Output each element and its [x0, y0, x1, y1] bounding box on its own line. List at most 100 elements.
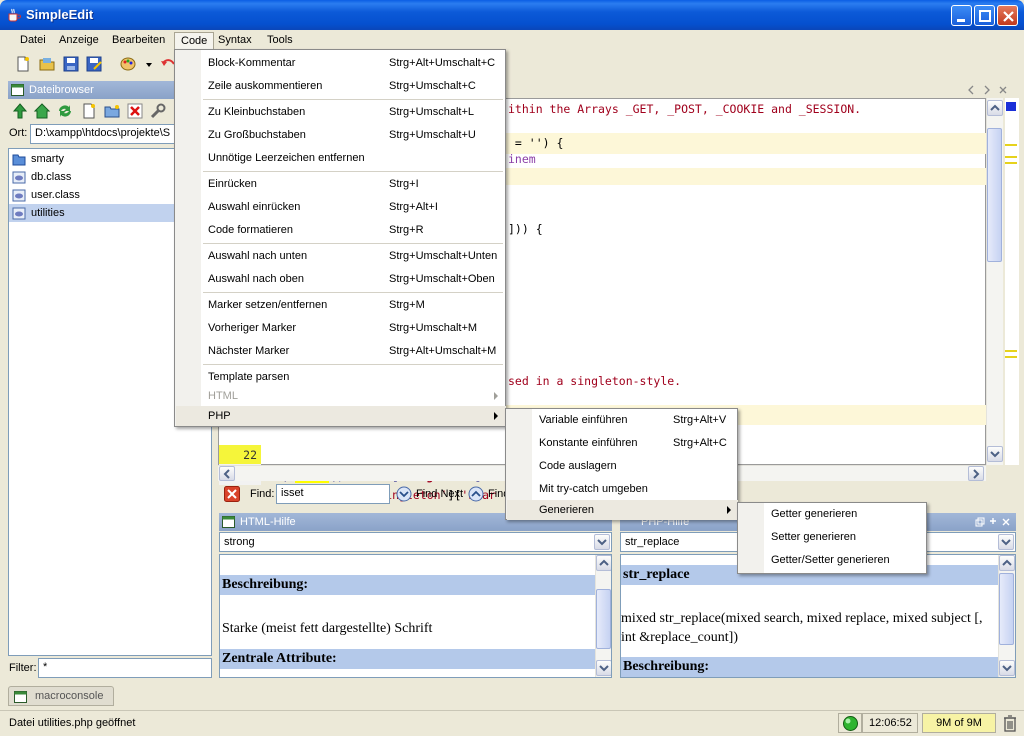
menu-item-indent-selection[interactable]: Auswahl einrücken Strg+Alt+I [176, 196, 506, 218]
menu-item-generate-getter-setter[interactable]: Getter/Setter generieren [739, 549, 927, 571]
menu-item-extract-code[interactable]: Code auslagern [507, 455, 738, 477]
php-file-icon [12, 189, 26, 202]
maximize-button[interactable] [974, 5, 995, 26]
php-help-scrollbar[interactable] [998, 555, 1015, 677]
menu-item-block-comment[interactable]: Block-Kommentar Strg+Alt+Umschalt+C [176, 52, 506, 74]
maximize-icon [979, 10, 991, 22]
palette-dropdown-icon[interactable] [145, 62, 153, 68]
close-button[interactable] [997, 5, 1018, 26]
scroll-up-button[interactable] [999, 555, 1015, 571]
tab-left-icon[interactable] [966, 84, 976, 96]
palette-icon[interactable] [119, 55, 137, 73]
scroll-thumb[interactable] [987, 128, 1002, 262]
menu-item-toggle-marker[interactable]: Marker setzen/entfernen Strg+M [176, 294, 506, 316]
help-section-heading: Beschreibung: [220, 575, 596, 595]
new-file-icon[interactable] [14, 55, 32, 73]
scroll-thumb[interactable] [596, 589, 611, 649]
find-input[interactable]: isset [276, 484, 390, 504]
menu-item-introduce-constant[interactable]: Konstante einführen Strg+Alt+C [507, 432, 738, 454]
chevron-down-icon [990, 451, 1000, 458]
scroll-left-button[interactable] [219, 466, 235, 481]
menu-item-previous-marker[interactable]: Vorheriger Marker Strg+Umschalt+M [176, 317, 506, 339]
scroll-up-button[interactable] [987, 100, 1003, 116]
tab-right-icon[interactable] [982, 84, 992, 96]
editor-vscrollbar[interactable] [986, 98, 1003, 465]
menu-separator [203, 292, 503, 293]
scroll-down-button[interactable] [999, 660, 1015, 676]
marker [1005, 356, 1017, 358]
php-submenu: Variable einführen Strg+Alt+V Konstante e… [505, 408, 738, 520]
marker [1005, 162, 1017, 164]
menu-item-generate-getter[interactable]: Getter generieren [739, 503, 927, 525]
menu-item-move-up[interactable]: Auswahl nach oben Strg+Umschalt+Oben [176, 268, 506, 290]
panel-window-icon [11, 84, 24, 96]
menu-item-move-down[interactable]: Auswahl nach unten Strg+Umschalt+Unten [176, 245, 506, 267]
new-folder-icon[interactable] [103, 102, 121, 120]
pin-icon[interactable] [988, 517, 998, 527]
close-find-icon[interactable] [224, 486, 240, 502]
menu-item-lowercase[interactable]: Zu Kleinbuchstaben Strg+Umschalt+L [176, 101, 506, 123]
menu-anzeige[interactable]: Anzeige [53, 32, 105, 49]
html-help-scrollbar[interactable] [595, 555, 611, 677]
scroll-up-button[interactable] [596, 555, 611, 571]
up-arrow-icon[interactable] [11, 102, 29, 120]
menu-item-indent[interactable]: Einrücken Strg+I [176, 173, 506, 195]
scroll-down-button[interactable] [596, 660, 611, 676]
panel-window-icon [222, 516, 235, 528]
php-file-icon [12, 207, 26, 220]
save-icon[interactable] [62, 55, 80, 73]
marker-current [1006, 102, 1016, 111]
menu-separator [203, 99, 503, 100]
menu-item-generate[interactable]: Generieren [507, 500, 738, 520]
menu-item-uppercase[interactable]: Zu Großbuchstaben Strg+Umschalt+U [176, 124, 506, 146]
file-name: utilities [31, 207, 65, 219]
scroll-down-button[interactable] [987, 446, 1003, 462]
save-as-icon[interactable] [85, 55, 103, 73]
file-name: user.class [31, 189, 80, 201]
trash-icon[interactable] [1003, 714, 1017, 732]
menu-item-generate-setter[interactable]: Setter generieren [739, 526, 927, 548]
tab-close-icon[interactable] [998, 84, 1008, 96]
scroll-right-button[interactable] [968, 466, 984, 481]
close-pane-icon[interactable] [1001, 517, 1011, 527]
menu-datei[interactable]: Datei [14, 32, 52, 49]
html-help-dropdown-button[interactable] [594, 534, 610, 550]
chevron-up-icon [990, 104, 1000, 111]
menu-item-parse-template[interactable]: Template parsen [176, 366, 506, 388]
menu-bearbeiten[interactable]: Bearbeiten [106, 32, 171, 49]
tab-label: macroconsole [35, 690, 104, 702]
status-time: 12:06:52 [862, 713, 918, 733]
filter-input[interactable]: * [38, 658, 212, 678]
marker-ruler[interactable] [1005, 98, 1019, 465]
scroll-thumb[interactable] [999, 573, 1014, 645]
menu-item-next-marker[interactable]: Nächster Marker Strg+Alt+Umschalt+M [176, 340, 506, 362]
menu-item-php[interactable]: PHP [176, 406, 506, 426]
menu-tools[interactable]: Tools [261, 32, 299, 49]
memory-indicator[interactable]: 9M of 9M [922, 713, 996, 733]
chevron-down-icon [1001, 539, 1011, 546]
chevron-left-icon [223, 469, 230, 479]
html-help-title: HTML-Hilfe [240, 516, 296, 528]
home-icon[interactable] [33, 102, 51, 120]
menu-syntax[interactable]: Syntax [212, 32, 258, 49]
php-help-dropdown-button[interactable] [998, 534, 1014, 550]
menu-item-format-code[interactable]: Code formatieren Strg+R [176, 219, 506, 241]
status-message: Datei utilities.php geöffnet [9, 717, 136, 729]
menu-item-introduce-variable[interactable]: Variable einführen Strg+Alt+V [507, 409, 738, 431]
help-signature: mixed str_replace(mixed search, mixed re… [621, 611, 983, 645]
menu-code[interactable]: Code [174, 32, 215, 49]
menu-item-trim-whitespace[interactable]: Unnötige Leerzeichen entfernen [176, 147, 506, 169]
wrench-icon[interactable] [149, 102, 167, 120]
html-help-select[interactable]: strong [219, 532, 612, 552]
minimize-button[interactable] [951, 5, 972, 26]
open-folder-icon[interactable] [38, 55, 56, 73]
tab-macroconsole[interactable]: macroconsole [8, 686, 114, 706]
refresh-icon[interactable] [56, 102, 74, 120]
menu-item-line-comment[interactable]: Zeile auskommentieren Strg+Umschalt+C [176, 75, 506, 97]
float-icon[interactable] [975, 517, 985, 527]
title-bar[interactable]: SimpleEdit [0, 0, 1024, 30]
new-file-small-icon[interactable] [80, 102, 98, 120]
delete-icon[interactable] [126, 102, 144, 120]
menu-item-surround-try-catch[interactable]: Mit try-catch umgeben [507, 478, 738, 500]
php-file-icon [12, 171, 26, 184]
